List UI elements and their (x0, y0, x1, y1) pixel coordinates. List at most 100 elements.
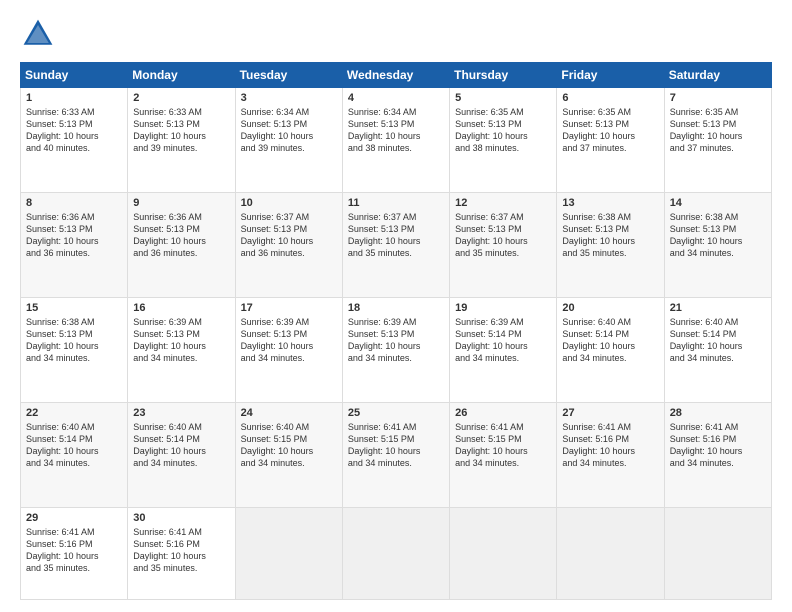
calendar-cell: 19 Sunrise: 6:39 AMSunset: 5:14 PMDayligh… (450, 297, 557, 402)
cell-content: Sunrise: 6:41 AMSunset: 5:16 PMDaylight:… (26, 526, 122, 575)
logo (20, 16, 62, 52)
calendar-cell: 11Sunrise: 6:37 AMSunset: 5:13 PMDayligh… (342, 192, 449, 297)
day-number: 8 (26, 197, 122, 209)
calendar-cell: 25 Sunrise: 6:41 AMSunset: 5:15 PMDayligh… (342, 402, 449, 507)
day-number: 5 (455, 92, 551, 104)
cell-content: Sunrise: 6:36 AMSunset: 5:13 PMDaylight:… (133, 211, 229, 260)
calendar-cell: 10 Sunrise: 6:37 AMSunset: 5:13 PMDayligh… (235, 192, 342, 297)
cell-content: Sunrise: 6:33 AMSunset: 5:13 PMDaylight:… (26, 106, 122, 155)
cell-content: Sunrise: 6:41 AMSunset: 5:15 PMDaylight:… (348, 421, 444, 470)
calendar-cell: 29 Sunrise: 6:41 AMSunset: 5:16 PMDayligh… (21, 507, 128, 599)
calendar-cell: 22 Sunrise: 6:40 AMSunset: 5:14 PMDayligh… (21, 402, 128, 507)
day-number: 22 (26, 407, 122, 419)
cell-content: Sunrise: 6:38 AMSunset: 5:13 PMDaylight:… (670, 211, 766, 260)
cell-content: Sunrise: 6:37 AMSunset: 5:13 PMDaylight:… (455, 211, 551, 260)
calendar-cell: 24 Sunrise: 6:40 AMSunset: 5:15 PMDayligh… (235, 402, 342, 507)
calendar-cell (450, 507, 557, 599)
day-number: 20 (562, 302, 658, 314)
cell-content: Sunrise: 6:40 AMSunset: 5:14 PMDaylight:… (133, 421, 229, 470)
day-number: 11 (348, 197, 444, 209)
calendar-cell: 23 Sunrise: 6:40 AMSunset: 5:14 PMDayligh… (128, 402, 235, 507)
calendar-cell: 28Sunrise: 6:41 AMSunset: 5:16 PMDayligh… (664, 402, 771, 507)
calendar-cell: 12 Sunrise: 6:37 AMSunset: 5:13 PMDayligh… (450, 192, 557, 297)
calendar-header-row: SundayMondayTuesdayWednesdayThursdayFrid… (21, 63, 772, 88)
page: SundayMondayTuesdayWednesdayThursdayFrid… (0, 0, 792, 612)
cell-content: Sunrise: 6:39 AMSunset: 5:13 PMDaylight:… (133, 316, 229, 365)
day-number: 19 (455, 302, 551, 314)
calendar-cell (235, 507, 342, 599)
cell-content: Sunrise: 6:39 AMSunset: 5:13 PMDaylight:… (241, 316, 337, 365)
calendar-header-sunday: Sunday (21, 63, 128, 88)
cell-content: Sunrise: 6:40 AMSunset: 5:14 PMDaylight:… (26, 421, 122, 470)
day-number: 1 (26, 92, 122, 104)
day-number: 7 (670, 92, 766, 104)
cell-content: Sunrise: 6:41 AMSunset: 5:15 PMDaylight:… (455, 421, 551, 470)
calendar-cell: 15 Sunrise: 6:38 AMSunset: 5:13 PMDayligh… (21, 297, 128, 402)
calendar-cell: 13 Sunrise: 6:38 AMSunset: 5:13 PMDayligh… (557, 192, 664, 297)
cell-content: Sunrise: 6:40 AMSunset: 5:14 PMDaylight:… (562, 316, 658, 365)
calendar-cell: 7 Sunrise: 6:35 AMSunset: 5:13 PMDaylight… (664, 88, 771, 193)
day-number: 2 (133, 92, 229, 104)
calendar-table: SundayMondayTuesdayWednesdayThursdayFrid… (20, 62, 772, 600)
cell-content: Sunrise: 6:36 AMSunset: 5:13 PMDaylight:… (26, 211, 122, 260)
calendar-week-5: 29 Sunrise: 6:41 AMSunset: 5:16 PMDayligh… (21, 507, 772, 599)
day-number: 26 (455, 407, 551, 419)
day-number: 24 (241, 407, 337, 419)
day-number: 23 (133, 407, 229, 419)
day-number: 18 (348, 302, 444, 314)
calendar-cell (557, 507, 664, 599)
day-number: 3 (241, 92, 337, 104)
cell-content: Sunrise: 6:35 AMSunset: 5:13 PMDaylight:… (670, 106, 766, 155)
calendar-cell: 27 Sunrise: 6:41 AMSunset: 5:16 PMDayligh… (557, 402, 664, 507)
cell-content: Sunrise: 6:39 AMSunset: 5:13 PMDaylight:… (348, 316, 444, 365)
calendar-header-friday: Friday (557, 63, 664, 88)
cell-content: Sunrise: 6:41 AMSunset: 5:16 PMDaylight:… (133, 526, 229, 575)
calendar-cell: 16 Sunrise: 6:39 AMSunset: 5:13 PMDayligh… (128, 297, 235, 402)
day-number: 17 (241, 302, 337, 314)
calendar-cell (342, 507, 449, 599)
calendar-cell (664, 507, 771, 599)
cell-content: Sunrise: 6:37 AMSunset: 5:13 PMDaylight:… (241, 211, 337, 260)
cell-content: Sunrise: 6:35 AMSunset: 5:13 PMDaylight:… (562, 106, 658, 155)
calendar-week-3: 15 Sunrise: 6:38 AMSunset: 5:13 PMDayligh… (21, 297, 772, 402)
day-number: 30 (133, 512, 229, 524)
cell-content: Sunrise: 6:39 AMSunset: 5:14 PMDaylight:… (455, 316, 551, 365)
cell-content: Sunrise: 6:38 AMSunset: 5:13 PMDaylight:… (26, 316, 122, 365)
calendar-cell: 17 Sunrise: 6:39 AMSunset: 5:13 PMDayligh… (235, 297, 342, 402)
day-number: 29 (26, 512, 122, 524)
day-number: 25 (348, 407, 444, 419)
calendar-week-4: 22 Sunrise: 6:40 AMSunset: 5:14 PMDayligh… (21, 402, 772, 507)
calendar-cell: 4Sunrise: 6:34 AMSunset: 5:13 PMDaylight… (342, 88, 449, 193)
calendar-cell: 26 Sunrise: 6:41 AMSunset: 5:15 PMDayligh… (450, 402, 557, 507)
cell-content: Sunrise: 6:41 AMSunset: 5:16 PMDaylight:… (562, 421, 658, 470)
day-number: 16 (133, 302, 229, 314)
day-number: 13 (562, 197, 658, 209)
logo-icon (20, 16, 56, 52)
cell-content: Sunrise: 6:40 AMSunset: 5:15 PMDaylight:… (241, 421, 337, 470)
calendar-header-monday: Monday (128, 63, 235, 88)
calendar-header-saturday: Saturday (664, 63, 771, 88)
cell-content: Sunrise: 6:35 AMSunset: 5:13 PMDaylight:… (455, 106, 551, 155)
day-number: 21 (670, 302, 766, 314)
day-number: 10 (241, 197, 337, 209)
calendar-cell: 1 Sunrise: 6:33 AMSunset: 5:13 PMDaylight… (21, 88, 128, 193)
calendar-week-1: 1 Sunrise: 6:33 AMSunset: 5:13 PMDaylight… (21, 88, 772, 193)
calendar-cell: 21Sunrise: 6:40 AMSunset: 5:14 PMDayligh… (664, 297, 771, 402)
calendar-body: 1 Sunrise: 6:33 AMSunset: 5:13 PMDaylight… (21, 88, 772, 600)
calendar-cell: 9 Sunrise: 6:36 AMSunset: 5:13 PMDaylight… (128, 192, 235, 297)
day-number: 12 (455, 197, 551, 209)
calendar-cell: 2 Sunrise: 6:33 AMSunset: 5:13 PMDaylight… (128, 88, 235, 193)
day-number: 6 (562, 92, 658, 104)
day-number: 9 (133, 197, 229, 209)
calendar-cell: 20 Sunrise: 6:40 AMSunset: 5:14 PMDayligh… (557, 297, 664, 402)
day-number: 27 (562, 407, 658, 419)
calendar-cell: 5 Sunrise: 6:35 AMSunset: 5:13 PMDaylight… (450, 88, 557, 193)
header (20, 16, 772, 52)
cell-content: Sunrise: 6:38 AMSunset: 5:13 PMDaylight:… (562, 211, 658, 260)
cell-content: Sunrise: 6:33 AMSunset: 5:13 PMDaylight:… (133, 106, 229, 155)
cell-content: Sunrise: 6:34 AMSunset: 5:13 PMDaylight:… (348, 106, 444, 155)
calendar-header-wednesday: Wednesday (342, 63, 449, 88)
calendar-cell: 8 Sunrise: 6:36 AMSunset: 5:13 PMDaylight… (21, 192, 128, 297)
day-number: 15 (26, 302, 122, 314)
calendar-header-tuesday: Tuesday (235, 63, 342, 88)
